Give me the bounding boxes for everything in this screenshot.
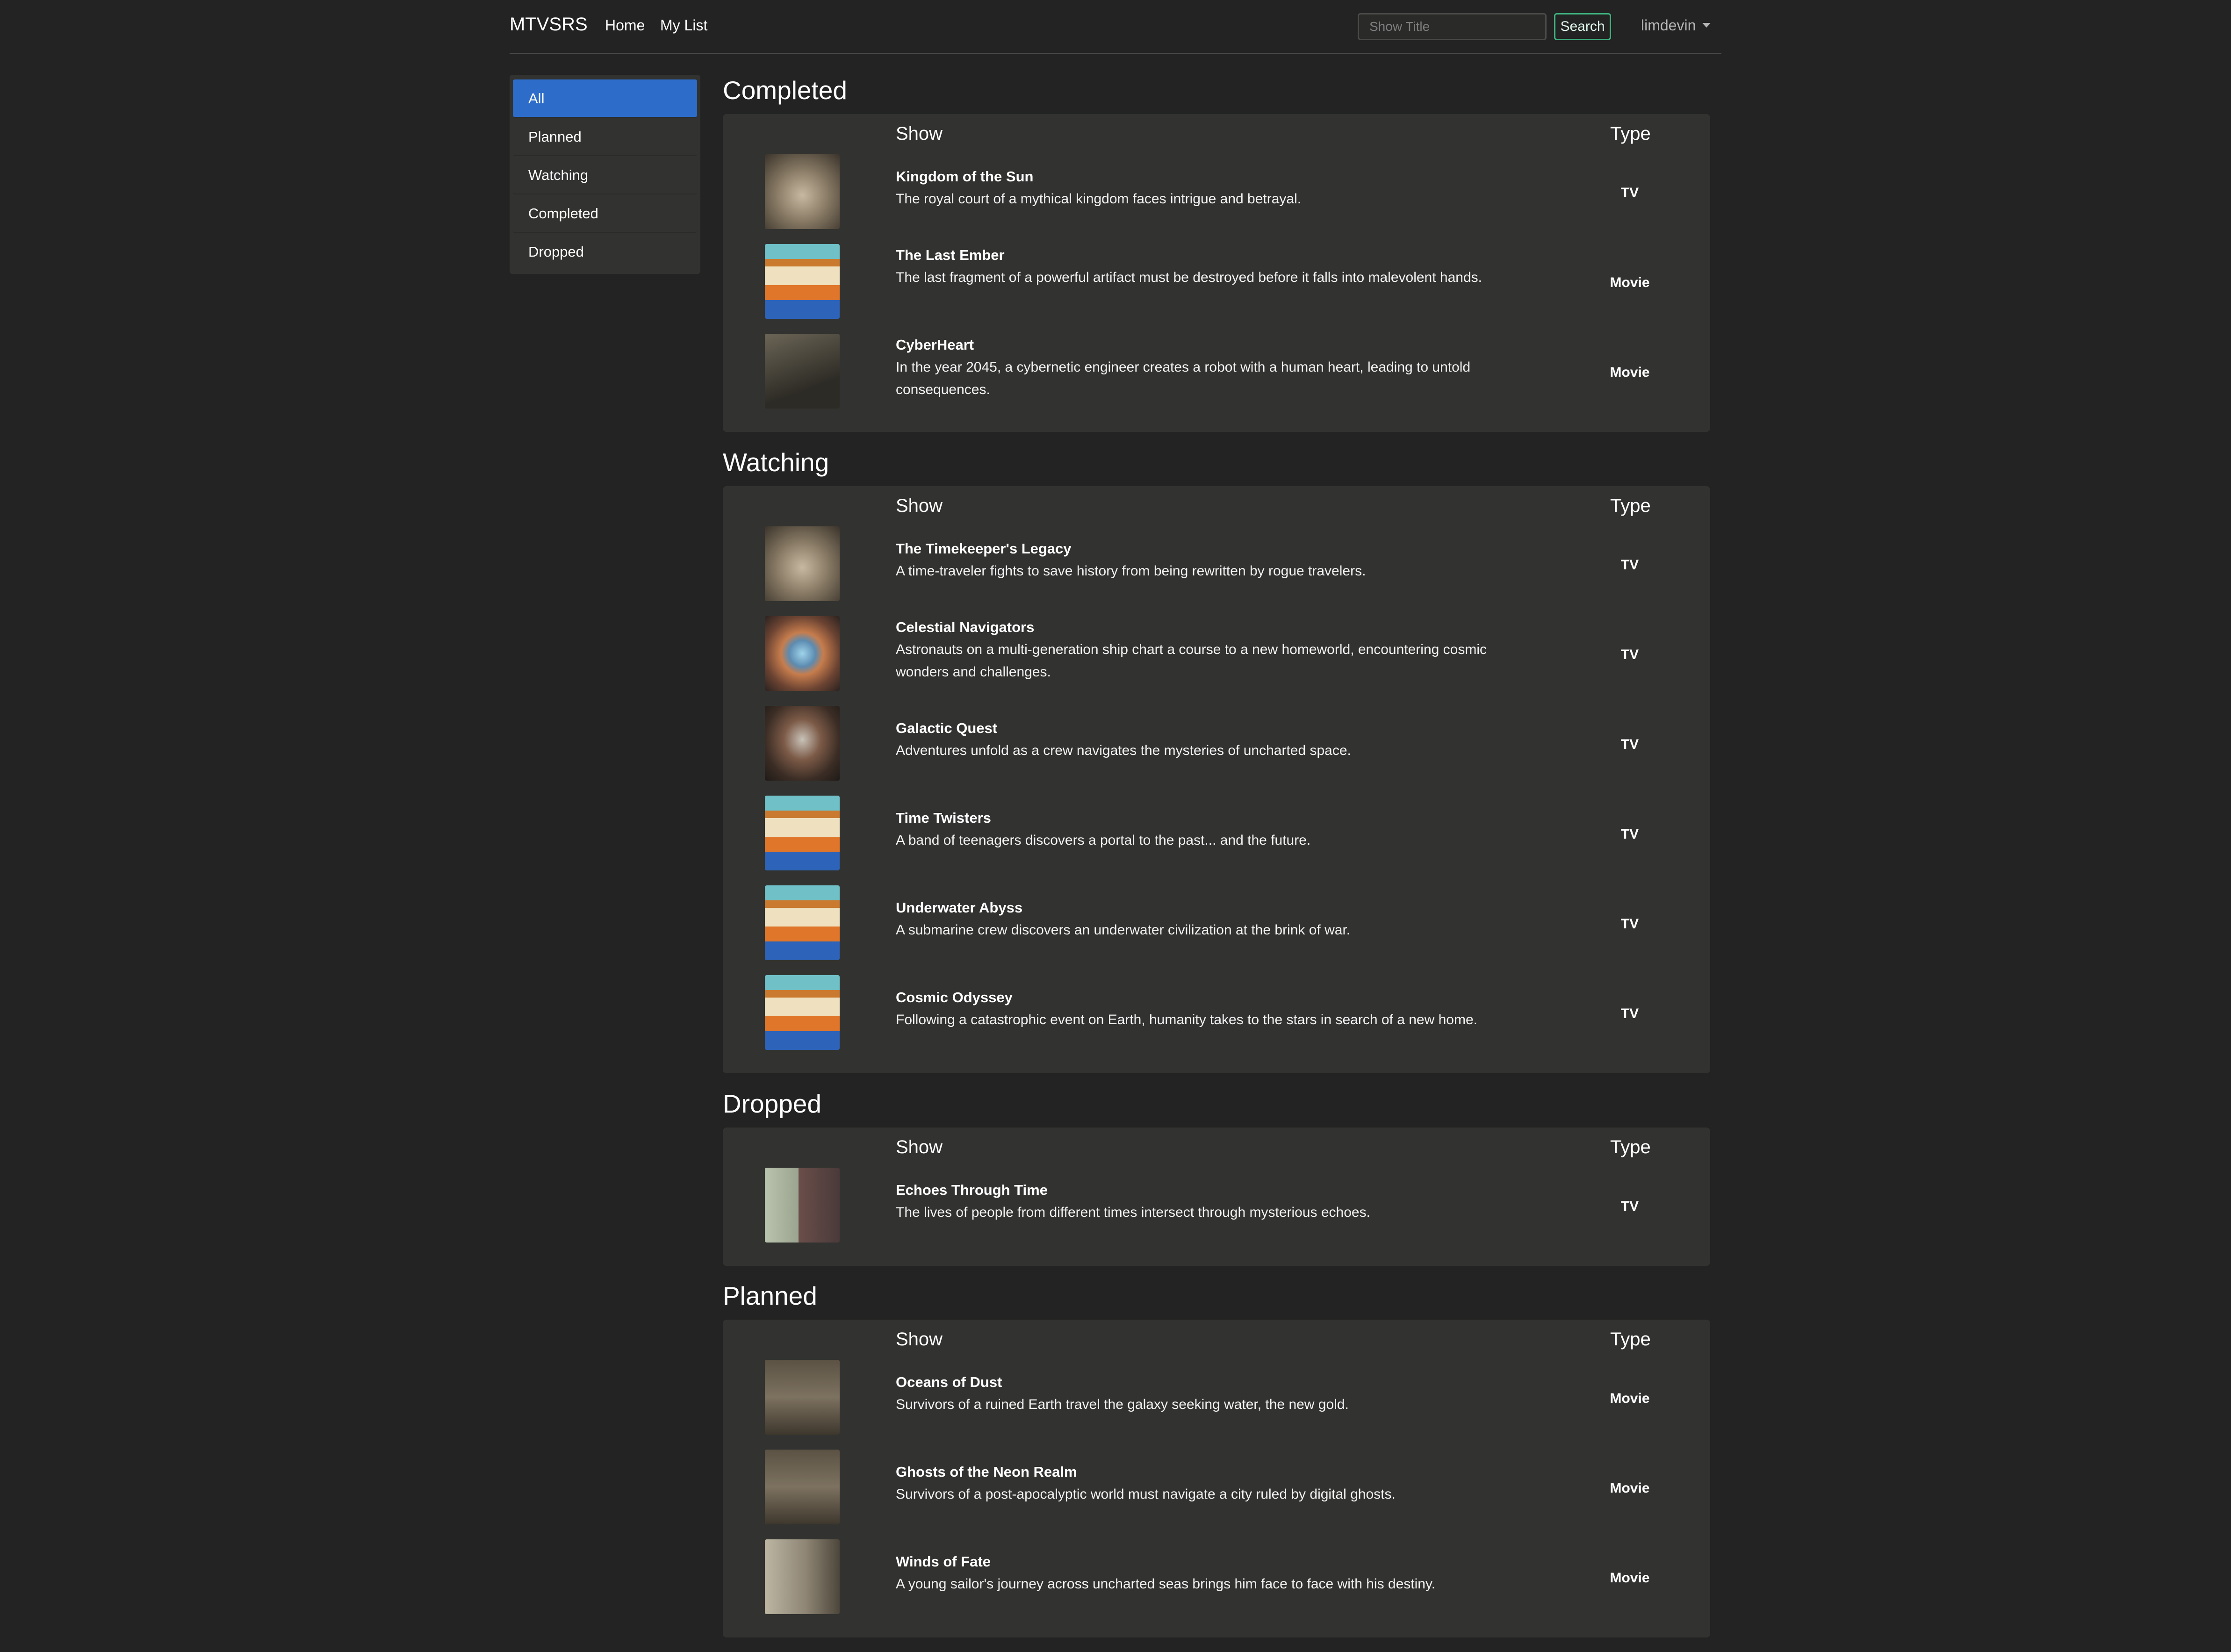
show-description: Astronauts on a multi-generation ship ch…: [896, 642, 1487, 680]
sidebar-item-watching[interactable]: Watching: [513, 156, 697, 194]
planned-table: Show Type Oceans of Dust Survivors of a …: [723, 1320, 1710, 1638]
show-type: Movie: [1610, 1570, 1650, 1586]
show-thumbnail: [765, 1450, 840, 1524]
column-header-show: Show: [896, 496, 943, 516]
section-title-watching: Watching: [723, 448, 829, 477]
table-row[interactable]: Winds of Fate A young sailor's journey a…: [723, 1539, 1710, 1619]
show-type: TV: [1620, 916, 1639, 932]
show-type: TV: [1620, 826, 1639, 842]
show-description: A band of teenagers discovers a portal t…: [896, 833, 1311, 848]
show-title[interactable]: Celestial Navigators: [896, 619, 1034, 636]
section-title-completed: Completed: [723, 76, 847, 105]
table-row[interactable]: Oceans of Dust Survivors of a ruined Ear…: [723, 1360, 1710, 1439]
show-type: TV: [1620, 647, 1639, 662]
show-thumbnail: [765, 1539, 840, 1614]
show-thumbnail: [765, 796, 840, 870]
show-description: Survivors of a post-apocalyptic world mu…: [896, 1487, 1396, 1502]
show-title[interactable]: Cosmic Odyssey: [896, 989, 1013, 1006]
show-description: Adventures unfold as a crew navigates th…: [896, 743, 1351, 758]
list-filter-sidebar: All Planned Watching Completed Dropped: [510, 75, 700, 274]
show-thumbnail: [765, 706, 840, 781]
show-thumbnail: [765, 1168, 840, 1243]
show-title[interactable]: CyberHeart: [896, 337, 974, 353]
show-type: TV: [1620, 737, 1639, 752]
show-title[interactable]: Winds of Fate: [896, 1553, 991, 1570]
show-title[interactable]: Underwater Abyss: [896, 899, 1022, 916]
show-title[interactable]: Galactic Quest: [896, 720, 997, 737]
show-description: The lives of people from different times…: [896, 1205, 1370, 1220]
show-type: TV: [1620, 557, 1639, 573]
show-description: Following a catastrophic event on Earth,…: [896, 1012, 1477, 1027]
show-description: Survivors of a ruined Earth travel the g…: [896, 1397, 1349, 1412]
user-name: limdevin: [1641, 17, 1696, 34]
table-row[interactable]: Time Twisters A band of teenagers discov…: [723, 796, 1710, 875]
show-type: Movie: [1610, 275, 1650, 290]
show-thumbnail: [765, 616, 840, 691]
column-header-type: Type: [1610, 123, 1651, 144]
show-description: A submarine crew discovers an underwater…: [896, 922, 1351, 938]
table-row[interactable]: Kingdom of the Sun The royal court of a …: [723, 154, 1710, 234]
show-description: A time-traveler fights to save history f…: [896, 563, 1366, 579]
show-type: TV: [1620, 1199, 1639, 1214]
show-thumbnail: [765, 244, 840, 319]
user-menu-dropdown[interactable]: limdevin: [1641, 17, 1711, 34]
sidebar-item-completed[interactable]: Completed: [513, 194, 697, 233]
show-thumbnail: [765, 1360, 840, 1435]
table-row[interactable]: CyberHeart In the year 2045, a cyberneti…: [723, 334, 1710, 413]
show-title[interactable]: Echoes Through Time: [896, 1182, 1048, 1199]
sidebar-item-planned[interactable]: Planned: [513, 118, 697, 156]
sidebar-item-all[interactable]: All: [513, 79, 697, 118]
table-row[interactable]: Cosmic Odyssey Following a catastrophic …: [723, 975, 1710, 1055]
show-type: TV: [1620, 185, 1639, 201]
completed-table: Show Type Kingdom of the Sun The royal c…: [723, 114, 1710, 432]
section-title-dropped: Dropped: [723, 1089, 821, 1118]
show-thumbnail: [765, 885, 840, 960]
search-button[interactable]: Search: [1554, 13, 1611, 40]
show-type: Movie: [1610, 1480, 1650, 1496]
column-header-type: Type: [1610, 1329, 1651, 1350]
show-title-search-input[interactable]: [1358, 13, 1547, 40]
show-thumbnail: [765, 154, 840, 229]
show-title[interactable]: Ghosts of the Neon Realm: [896, 1464, 1077, 1480]
column-header-show: Show: [896, 1329, 943, 1350]
show-thumbnail: [765, 975, 840, 1050]
table-row[interactable]: The Timekeeper's Legacy A time-traveler …: [723, 526, 1710, 606]
column-header-type: Type: [1610, 1137, 1651, 1157]
table-row[interactable]: Echoes Through Time The lives of people …: [723, 1168, 1710, 1247]
show-title[interactable]: The Last Ember: [896, 247, 1005, 264]
column-header-show: Show: [896, 1137, 943, 1157]
show-title[interactable]: Kingdom of the Sun: [896, 168, 1033, 185]
table-row[interactable]: Galactic Quest Adventures unfold as a cr…: [723, 706, 1710, 785]
dropped-table: Show Type Echoes Through Time The lives …: [723, 1128, 1710, 1266]
column-header-show: Show: [896, 123, 943, 144]
show-title[interactable]: The Timekeeper's Legacy: [896, 540, 1072, 557]
show-thumbnail: [765, 526, 840, 601]
sidebar-item-dropped[interactable]: Dropped: [513, 233, 697, 271]
watching-table: Show Type The Timekeeper's Legacy A time…: [723, 486, 1710, 1073]
table-row[interactable]: Underwater Abyss A submarine crew discov…: [723, 885, 1710, 965]
brand-logo[interactable]: MTVSRS: [510, 14, 588, 35]
column-header-type: Type: [1610, 496, 1651, 516]
show-description: The royal court of a mythical kingdom fa…: [896, 191, 1302, 207]
show-type: Movie: [1610, 1391, 1650, 1406]
show-type: Movie: [1610, 365, 1650, 380]
show-title[interactable]: Oceans of Dust: [896, 1374, 1002, 1391]
table-row[interactable]: The Last Ember The last fragment of a po…: [723, 244, 1710, 323]
nav-my-list-link[interactable]: My List: [660, 17, 707, 34]
section-title-planned: Planned: [723, 1281, 817, 1310]
show-description: A young sailor's journey across uncharte…: [896, 1576, 1436, 1592]
table-row[interactable]: Celestial Navigators Astronauts on a mul…: [723, 616, 1710, 696]
table-row[interactable]: Ghosts of the Neon Realm Survivors of a …: [723, 1450, 1710, 1529]
nav-home-link[interactable]: Home: [605, 17, 645, 34]
show-description: In the year 2045, a cybernetic engineer …: [896, 359, 1471, 397]
show-description: The last fragment of a powerful artifact…: [896, 270, 1482, 285]
show-thumbnail: [765, 334, 840, 409]
show-type: TV: [1620, 1006, 1639, 1021]
top-navbar: MTVSRS Home My List Search limdevin: [510, 0, 1721, 54]
show-title[interactable]: Time Twisters: [896, 810, 991, 826]
chevron-down-icon: [1702, 22, 1711, 28]
